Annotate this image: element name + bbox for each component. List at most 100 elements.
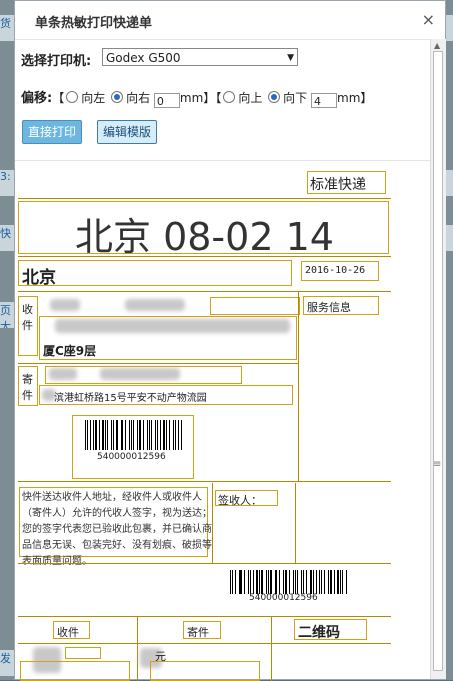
barcode-bar — [177, 420, 179, 450]
barcode-bar — [244, 570, 245, 594]
barcode-bar — [159, 420, 161, 450]
barcode-bar — [284, 570, 287, 594]
barcode-bar — [156, 420, 158, 450]
print-dialog: 单条热敏打印快递单 × 选择打印机: Godex G500 ▼ 偏移:【 向左 向… — [14, 0, 446, 681]
barcode-bar — [154, 420, 156, 450]
barcode-bar — [270, 570, 272, 594]
radio-right-label: 向右 — [126, 91, 151, 105]
barcode-bar — [130, 420, 132, 450]
barcode-bar — [151, 420, 152, 450]
radio-left[interactable] — [66, 91, 79, 103]
barcode-bar — [231, 570, 233, 594]
horizontal-unit: mm — [179, 91, 204, 105]
route-code-box: 北京 08-02 14 — [18, 201, 389, 259]
radio-down[interactable] — [268, 91, 281, 103]
barcode-bar — [302, 570, 304, 594]
barcode-bar — [328, 570, 329, 594]
barcode-bar — [305, 570, 307, 594]
label-preview: 标准快递 北京 08-02 14 北京 2016-10-26 收件 服务信息 厦… — [15, 161, 430, 681]
sender-tag: 寄件 — [22, 373, 33, 402]
barcode-bar — [240, 570, 243, 594]
dropdown-arrow-icon: ▼ — [287, 53, 294, 63]
barcode-bar — [113, 420, 114, 450]
scroll-up-icon[interactable]: ▲ — [434, 41, 440, 50]
signature-label: 签收人： — [218, 494, 262, 507]
label-rule — [18, 643, 391, 644]
sender-address-box: 滨港虹桥路15号平安不动产物流园 — [39, 385, 293, 405]
barcode-bar — [261, 570, 264, 594]
print-button[interactable]: 直接打印 — [22, 120, 83, 144]
delivery-notice: 快件送达收件人地址，经收件人或收件人（寄件人）允许的代收人签字，视为送达；您的签… — [22, 492, 212, 567]
background-text: 发 — [0, 650, 14, 676]
label-rule — [298, 291, 299, 481]
qr-label-box: 二维码 — [294, 619, 367, 641]
background-text: 快 — [0, 225, 14, 251]
barcode-bar — [142, 420, 144, 450]
offset-row: 偏移:【 向左 向右 0 mm】【 向上 向下 4 mm】 — [21, 87, 372, 108]
barcode-bar — [95, 420, 97, 450]
barcode-bar — [166, 420, 168, 450]
barcode-bar — [173, 420, 174, 450]
bottom-recipient-addr-field — [20, 661, 130, 681]
sender-tag-box: 寄件 — [18, 366, 38, 406]
barcode-bar — [252, 570, 254, 594]
tracking-number-top: 540000012596 — [97, 452, 166, 462]
scroll-thumb[interactable] — [433, 51, 443, 671]
scrollbar[interactable]: ▲ ≡ — [430, 39, 446, 679]
barcode-bar — [163, 420, 166, 450]
dialog-titlebar: 单条热敏打印快递单 × — [15, 1, 445, 40]
label-rule — [18, 616, 391, 617]
barcode-bar — [110, 420, 113, 450]
label-rule — [18, 256, 391, 257]
printer-label: 选择打印机: — [21, 54, 92, 69]
horizontal-offset-input[interactable]: 0 — [153, 93, 180, 108]
service-type-box: 标准快递 — [307, 171, 386, 194]
barcode-bar — [258, 570, 260, 594]
date: 2016-10-26 — [305, 265, 366, 276]
close-icon[interactable]: × — [422, 10, 435, 29]
barcode-bar — [297, 570, 299, 594]
barcode-bar — [98, 420, 100, 450]
barcode-bar — [319, 570, 321, 594]
barcode-bar — [146, 420, 148, 450]
vertical-unit: mm — [337, 91, 361, 105]
tracking-number-bottom: 540000012596 — [249, 593, 318, 603]
barcode-bar — [267, 570, 269, 594]
radio-left-label: 向左 — [81, 91, 106, 105]
recipient-tag: 收件 — [22, 303, 33, 332]
barcode-bar — [234, 570, 236, 594]
service-type: 标准快递 — [310, 177, 366, 193]
signature-box: 签收人： — [215, 490, 278, 507]
bottom-sender-field — [150, 661, 260, 681]
background-text: 页大 — [0, 302, 14, 328]
barcode-bar — [148, 420, 150, 450]
notice-box: 快件送达收件人地址，经收件人或收件人（寄件人）允许的代收人签字，视为送达；您的签… — [19, 487, 212, 567]
label-rule — [18, 363, 298, 364]
background-text: 3: — [0, 170, 14, 196]
barcode-bar — [139, 420, 141, 450]
barcode-bar — [122, 420, 123, 450]
barcode-bar — [238, 570, 240, 594]
radio-right[interactable] — [111, 91, 124, 103]
barcode-bar — [324, 570, 326, 594]
background-text: 货 — [0, 15, 14, 41]
tracking-barcode-top-box: 540000012596 — [72, 415, 194, 479]
bottom-recipient-field — [65, 647, 101, 659]
barcode-bar — [312, 570, 314, 594]
service-info: 服务信息 — [307, 301, 351, 314]
printer-select[interactable]: Godex G500 ▼ — [102, 48, 298, 66]
barcode-bar — [86, 420, 88, 450]
vertical-offset-input[interactable]: 4 — [311, 93, 338, 108]
qr-label: 二维码 — [298, 625, 340, 641]
barcode-bar — [93, 420, 95, 450]
barcode-top — [85, 420, 183, 450]
edit-template-button[interactable]: 编辑模版 — [97, 120, 158, 144]
barcode-bar — [133, 420, 134, 450]
barcode-bar — [136, 420, 139, 450]
barcode-bar — [339, 570, 341, 594]
label-rule — [295, 483, 296, 563]
barcode-bar — [256, 570, 258, 594]
barcode-bar — [333, 570, 335, 594]
barcode-bar — [288, 570, 290, 594]
radio-up[interactable] — [223, 91, 236, 103]
